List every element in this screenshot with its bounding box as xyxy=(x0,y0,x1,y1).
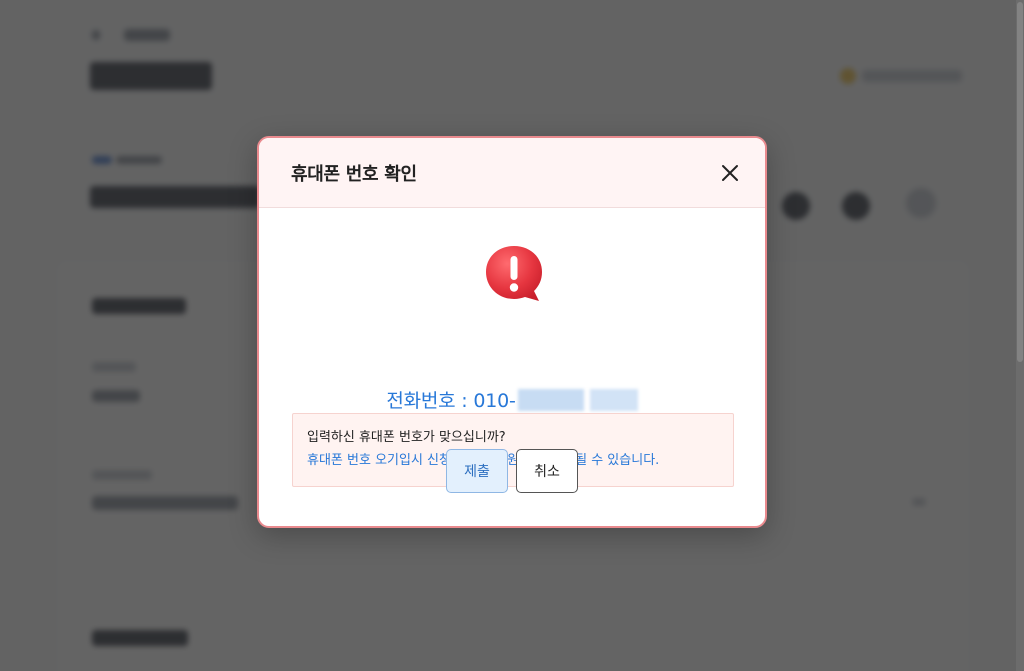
phone-number-display: 전화번호 : 010- xyxy=(259,386,765,413)
exclamation-speech-bubble-icon xyxy=(486,246,542,301)
phone-confirm-dialog: 휴대폰 번호 확인 전화번호: 010- 입력하신 휴대폰 번호가 맞으십니까… xyxy=(257,136,767,528)
dialog-title: 휴대폰 번호 확인 xyxy=(291,163,417,185)
masked-phone-digits xyxy=(517,389,638,411)
page: 휴대폰 번호 확인 전화번호: 010- 입력하신 휴대폰 번호가 맞으십니까… xyxy=(0,0,1024,671)
submit-button[interactable]: 제출 xyxy=(446,449,508,493)
dialog-actions: 제출 취소 xyxy=(259,449,765,493)
close-icon xyxy=(722,164,738,181)
notice-question: 입력하신 휴대폰 번호가 맞으십니까? xyxy=(307,430,506,445)
dialog-header: 휴대폰 번호 확인 xyxy=(259,138,765,208)
scrollbar[interactable] xyxy=(1016,0,1024,671)
cancel-button[interactable]: 취소 xyxy=(516,449,578,493)
dialog-body: 전화번호 : 010- 입력하신 휴대폰 번호가 맞으십니까? 휴대폰 번호 오… xyxy=(259,208,765,526)
close-button[interactable] xyxy=(715,158,745,188)
scrollbar-thumb[interactable] xyxy=(1017,2,1023,362)
phone-number-label: 전화번호 : 010- xyxy=(386,390,516,412)
